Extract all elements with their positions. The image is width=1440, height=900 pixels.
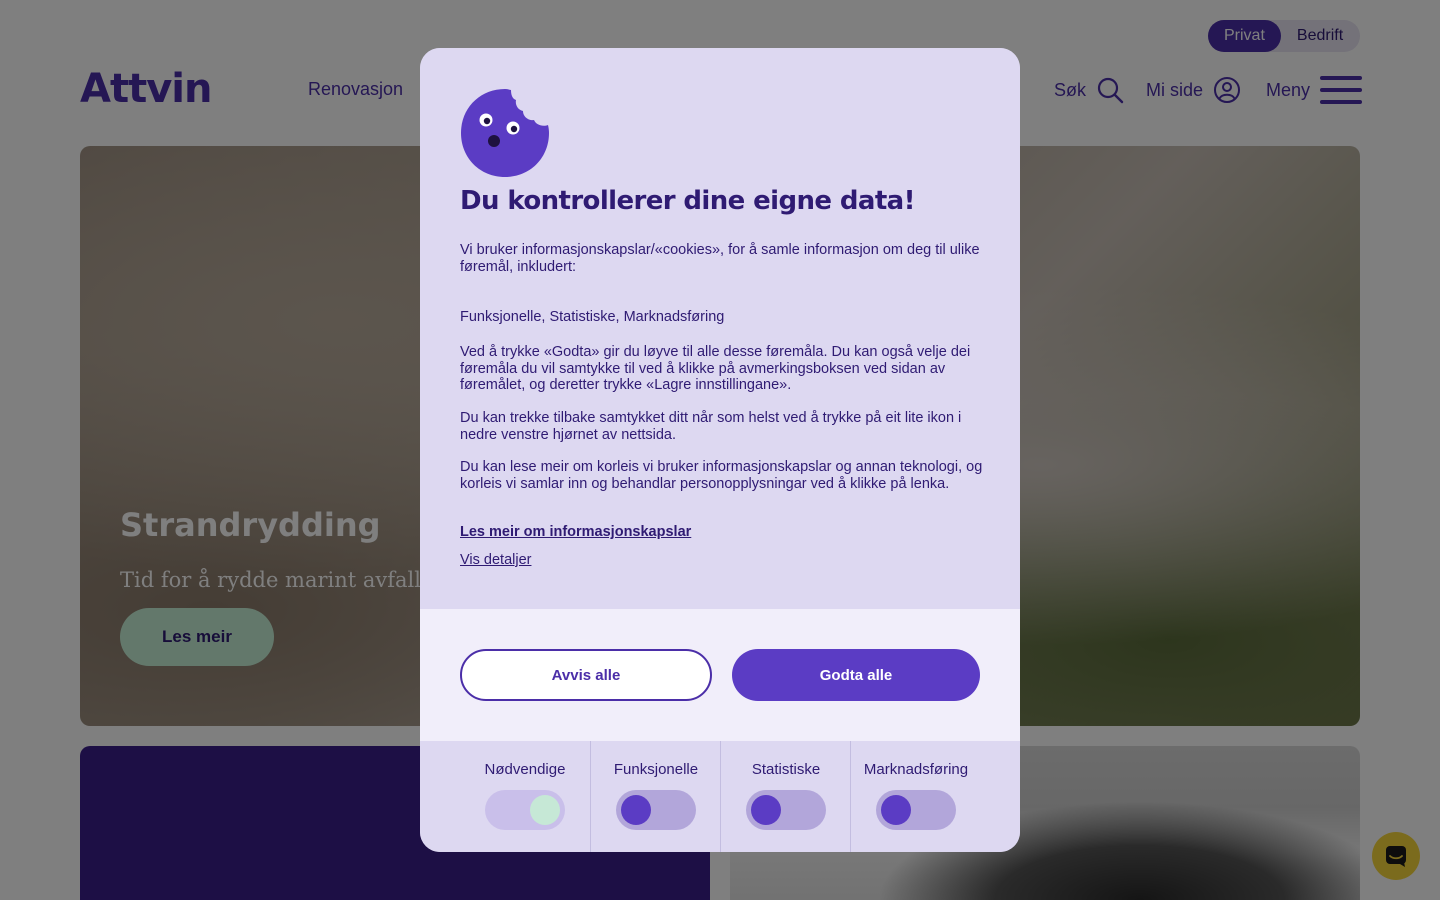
toggle-label: Statistiske	[751, 761, 821, 778]
toggle-label: Funksjonelle	[613, 761, 699, 778]
switch-knob	[621, 795, 651, 825]
dialog-title: Du kontrollerer dine eigne data!	[460, 186, 915, 216]
functional-switch[interactable]	[616, 790, 696, 830]
switch-knob	[751, 795, 781, 825]
read-more-cookies-link[interactable]: Les meir om informasjonskapslar	[460, 524, 691, 540]
necessary-switch	[485, 790, 565, 830]
dialog-more-text: Du kan lese meir om korleis vi bruker in…	[460, 459, 983, 492]
statistics-switch[interactable]	[746, 790, 826, 830]
consent-toggles: Nødvendige Funksjonelle Statistiske Mark…	[420, 741, 1020, 852]
dialog-purposes-text: Funksjonelle, Statistiske, Marknadsførin…	[460, 309, 725, 325]
dialog-body: Du kontrollerer dine eigne data! Vi bruk…	[420, 48, 1020, 609]
cookie-consent-dialog: Du kontrollerer dine eigne data! Vi bruk…	[420, 48, 1020, 852]
toggle-statistics: Statistiske	[720, 741, 850, 852]
toggle-functional: Funksjonelle	[590, 741, 720, 852]
dialog-consent-text: Ved å trykke «Godta» gir du løyve til al…	[460, 344, 971, 393]
show-details-link[interactable]: Vis detaljer	[460, 552, 531, 568]
toggle-label: Marknadsføring	[863, 761, 969, 778]
toggle-label: Nødvendige	[484, 761, 566, 778]
toggle-necessary: Nødvendige	[460, 741, 590, 852]
dialog-intro-text: Vi bruker informasjonskapslar/«cookies»,…	[460, 242, 980, 275]
switch-knob	[530, 795, 560, 825]
dialog-actions: Avvis alle Godta alle	[420, 609, 1020, 741]
dialog-withdraw-text: Du kan trekke tilbake samtykket ditt når…	[460, 410, 962, 443]
accept-all-button[interactable]: Godta alle	[732, 649, 980, 701]
toggle-marketing: Marknadsføring	[850, 741, 980, 852]
reject-all-button[interactable]: Avvis alle	[460, 649, 712, 701]
cookie-icon	[461, 89, 549, 177]
marketing-switch[interactable]	[876, 790, 956, 830]
switch-knob	[881, 795, 911, 825]
